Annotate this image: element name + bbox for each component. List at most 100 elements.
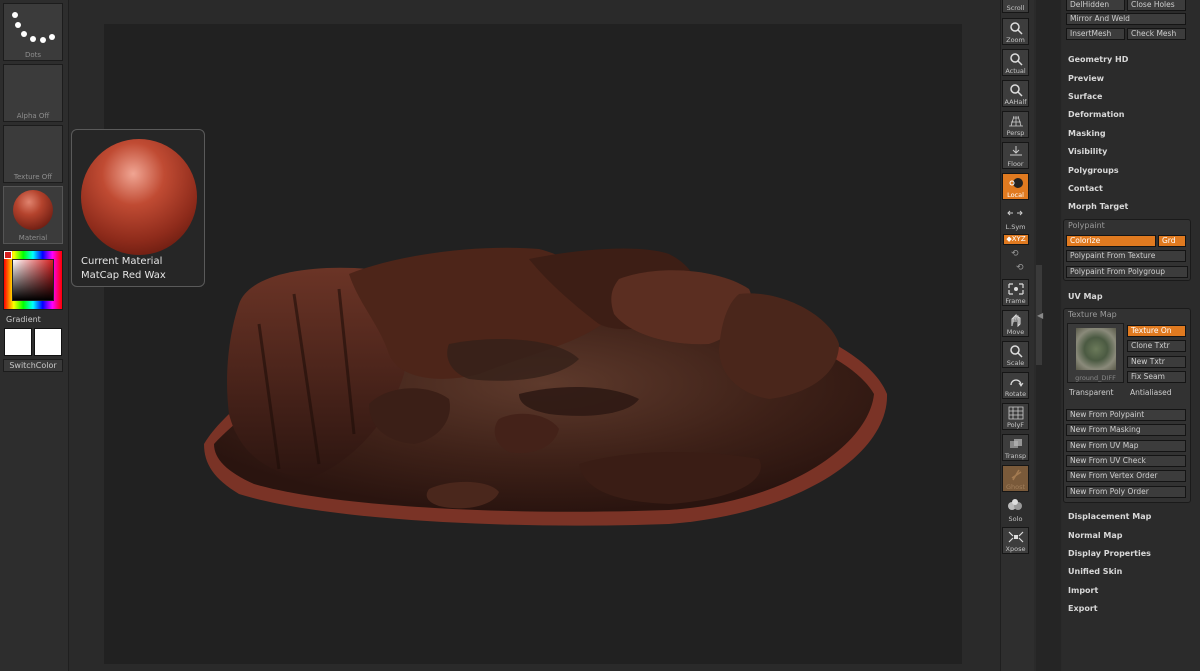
section-masking[interactable]: Masking — [1068, 129, 1106, 138]
section-morph-target[interactable]: Morph Target — [1068, 202, 1128, 211]
xpose-button[interactable]: Xpose — [1002, 527, 1029, 554]
palette-scrollbar[interactable]: ◀ — [1036, 0, 1061, 671]
antialiased-toggle[interactable]: Antialiased — [1130, 388, 1172, 397]
texture-on-button[interactable]: Texture On — [1127, 325, 1186, 337]
zoom-label: Zoom — [1006, 36, 1025, 44]
new-from-polypaint-button[interactable]: New From Polypaint — [1066, 409, 1186, 421]
secondary-color-swatch[interactable] — [34, 328, 62, 356]
rotate-y-icon[interactable]: ⟲ — [1011, 249, 1019, 259]
main-color-swatch[interactable] — [4, 328, 32, 356]
scale-button[interactable]: Scale — [1002, 341, 1029, 368]
floor-button[interactable]: Floor — [1002, 142, 1029, 169]
polypaint-title[interactable]: Polypaint — [1068, 221, 1105, 230]
color-saturation-square[interactable] — [12, 259, 54, 301]
texture-slot[interactable]: Texture Off — [3, 125, 63, 183]
switch-color-button[interactable]: SwitchColor — [3, 359, 63, 372]
popup-material-name: MatCap Red Wax — [81, 270, 166, 281]
new-from-uv-map-button[interactable]: New From UV Map — [1066, 440, 1186, 452]
delhidden-button[interactable]: DelHidden — [1066, 0, 1125, 11]
colorize-button[interactable]: Colorize — [1066, 235, 1156, 247]
ground-texture-preview — [1076, 328, 1116, 370]
polypaint-from-texture-button[interactable]: Polypaint From Texture — [1066, 250, 1186, 262]
material-tooltip: Current Material MatCap Red Wax — [71, 129, 205, 287]
section-contact[interactable]: Contact — [1068, 184, 1103, 193]
aahalf-icon — [1010, 84, 1023, 97]
color-picker[interactable] — [3, 250, 63, 310]
xyz-button[interactable]: ◆XYZ — [1003, 234, 1029, 245]
rotate-z-icon[interactable]: ⟲ — [1016, 263, 1024, 273]
new-from-masking-button[interactable]: New From Masking — [1066, 424, 1186, 436]
section-import[interactable]: Import — [1068, 586, 1098, 595]
gradient-label[interactable]: Gradient — [6, 315, 41, 324]
scroll-label: Scroll — [1006, 4, 1025, 12]
fix-seam-button[interactable]: Fix Seam — [1127, 371, 1186, 383]
dots-stroke-icon — [12, 12, 18, 18]
local-symmetry-icon — [1007, 210, 1023, 216]
section-visibility[interactable]: Visibility — [1068, 147, 1107, 156]
section-display-properties[interactable]: Display Properties — [1068, 549, 1151, 558]
document-canvas[interactable] — [104, 24, 962, 664]
check-mesh-button[interactable]: Check Mesh — [1127, 28, 1186, 40]
rock-model[interactable] — [199, 234, 889, 534]
zoom-button[interactable]: Zoom — [1002, 18, 1029, 45]
material-slot[interactable]: Material — [3, 186, 63, 244]
clone-txtr-button[interactable]: Clone Txtr — [1127, 340, 1186, 352]
brush-slot[interactable]: Dots — [3, 3, 63, 61]
texture-thumb-label: ground_DIFF — [1075, 374, 1116, 382]
aahalf-label: AAHalf — [1004, 98, 1027, 106]
new-from-vertex-order-button[interactable]: New From Vertex Order — [1066, 470, 1186, 482]
section-geometry-hd[interactable]: Geometry HD — [1068, 55, 1128, 64]
persp-button[interactable]: Persp — [1002, 111, 1029, 138]
rotate-button[interactable]: Rotate — [1002, 372, 1029, 399]
transp-button[interactable]: Transp — [1002, 434, 1029, 461]
local-button[interactable]: Local — [1002, 173, 1029, 200]
dot — [30, 36, 36, 42]
section-displacement-map[interactable]: Displacement Map — [1068, 512, 1151, 521]
grd-button[interactable]: Grd — [1158, 235, 1186, 247]
section-unified-skin[interactable]: Unified Skin — [1068, 567, 1122, 576]
alpha-label: Alpha Off — [16, 112, 50, 120]
lsym-button[interactable]: L.Sym — [1002, 204, 1029, 231]
section-preview[interactable]: Preview — [1068, 74, 1104, 83]
insertmesh-button[interactable]: InsertMesh — [1066, 28, 1125, 40]
section-export[interactable]: Export — [1068, 604, 1098, 613]
frame-icon — [1008, 283, 1024, 295]
new-from-poly-order-button[interactable]: New From Poly Order — [1066, 486, 1186, 498]
frame-button[interactable]: Frame — [1002, 279, 1029, 306]
scale-label: Scale — [1006, 359, 1025, 367]
section-uv-map[interactable]: UV Map — [1068, 292, 1103, 301]
material-sphere-icon — [13, 190, 53, 230]
new-txtr-button[interactable]: New Txtr — [1127, 356, 1186, 368]
perspective-grid-icon — [1009, 115, 1023, 127]
rotate-icon — [1010, 379, 1024, 387]
section-polygroups[interactable]: Polygroups — [1068, 166, 1119, 175]
mirror-and-weld-button[interactable]: Mirror And Weld — [1066, 13, 1186, 25]
aahalf-button[interactable]: AAHalf — [1002, 80, 1029, 107]
matcap-red-wax-preview — [81, 139, 197, 255]
solo-button[interactable]: Solo — [1002, 496, 1029, 523]
polypaint-from-polygroup-button[interactable]: Polypaint From Polygroup — [1066, 266, 1188, 278]
lsym-label: L.Sym — [1005, 223, 1026, 231]
transparent-toggle[interactable]: Transparent — [1069, 388, 1113, 397]
move-button[interactable]: Move — [1002, 310, 1029, 337]
dot — [40, 37, 46, 43]
xpose-icon — [1008, 531, 1024, 543]
rotate-label: Rotate — [1004, 390, 1027, 398]
section-normal-map[interactable]: Normal Map — [1068, 531, 1122, 540]
new-from-uv-check-button[interactable]: New From UV Check — [1066, 455, 1186, 467]
scroll-button[interactable]: Scroll — [1002, 0, 1029, 13]
polyf-button[interactable]: PolyF — [1002, 403, 1029, 430]
close-holes-button[interactable]: Close Holes — [1127, 0, 1186, 11]
texture-thumbnail[interactable]: ground_DIFF — [1067, 323, 1124, 383]
texture-map-title[interactable]: Texture Map — [1068, 310, 1117, 319]
section-deformation[interactable]: Deformation — [1068, 110, 1124, 119]
actual-label: Actual — [1005, 67, 1026, 75]
alpha-slot[interactable]: Alpha Off — [3, 64, 63, 122]
ghost-button[interactable]: Ghost — [1002, 465, 1029, 492]
hand-move-icon — [1011, 313, 1021, 327]
collapse-arrow-icon[interactable]: ◀ — [1037, 311, 1043, 320]
section-surface[interactable]: Surface — [1068, 92, 1102, 101]
xpose-label: Xpose — [1005, 545, 1026, 553]
actual-button[interactable]: Actual — [1002, 49, 1029, 76]
floor-label: Floor — [1007, 160, 1024, 168]
